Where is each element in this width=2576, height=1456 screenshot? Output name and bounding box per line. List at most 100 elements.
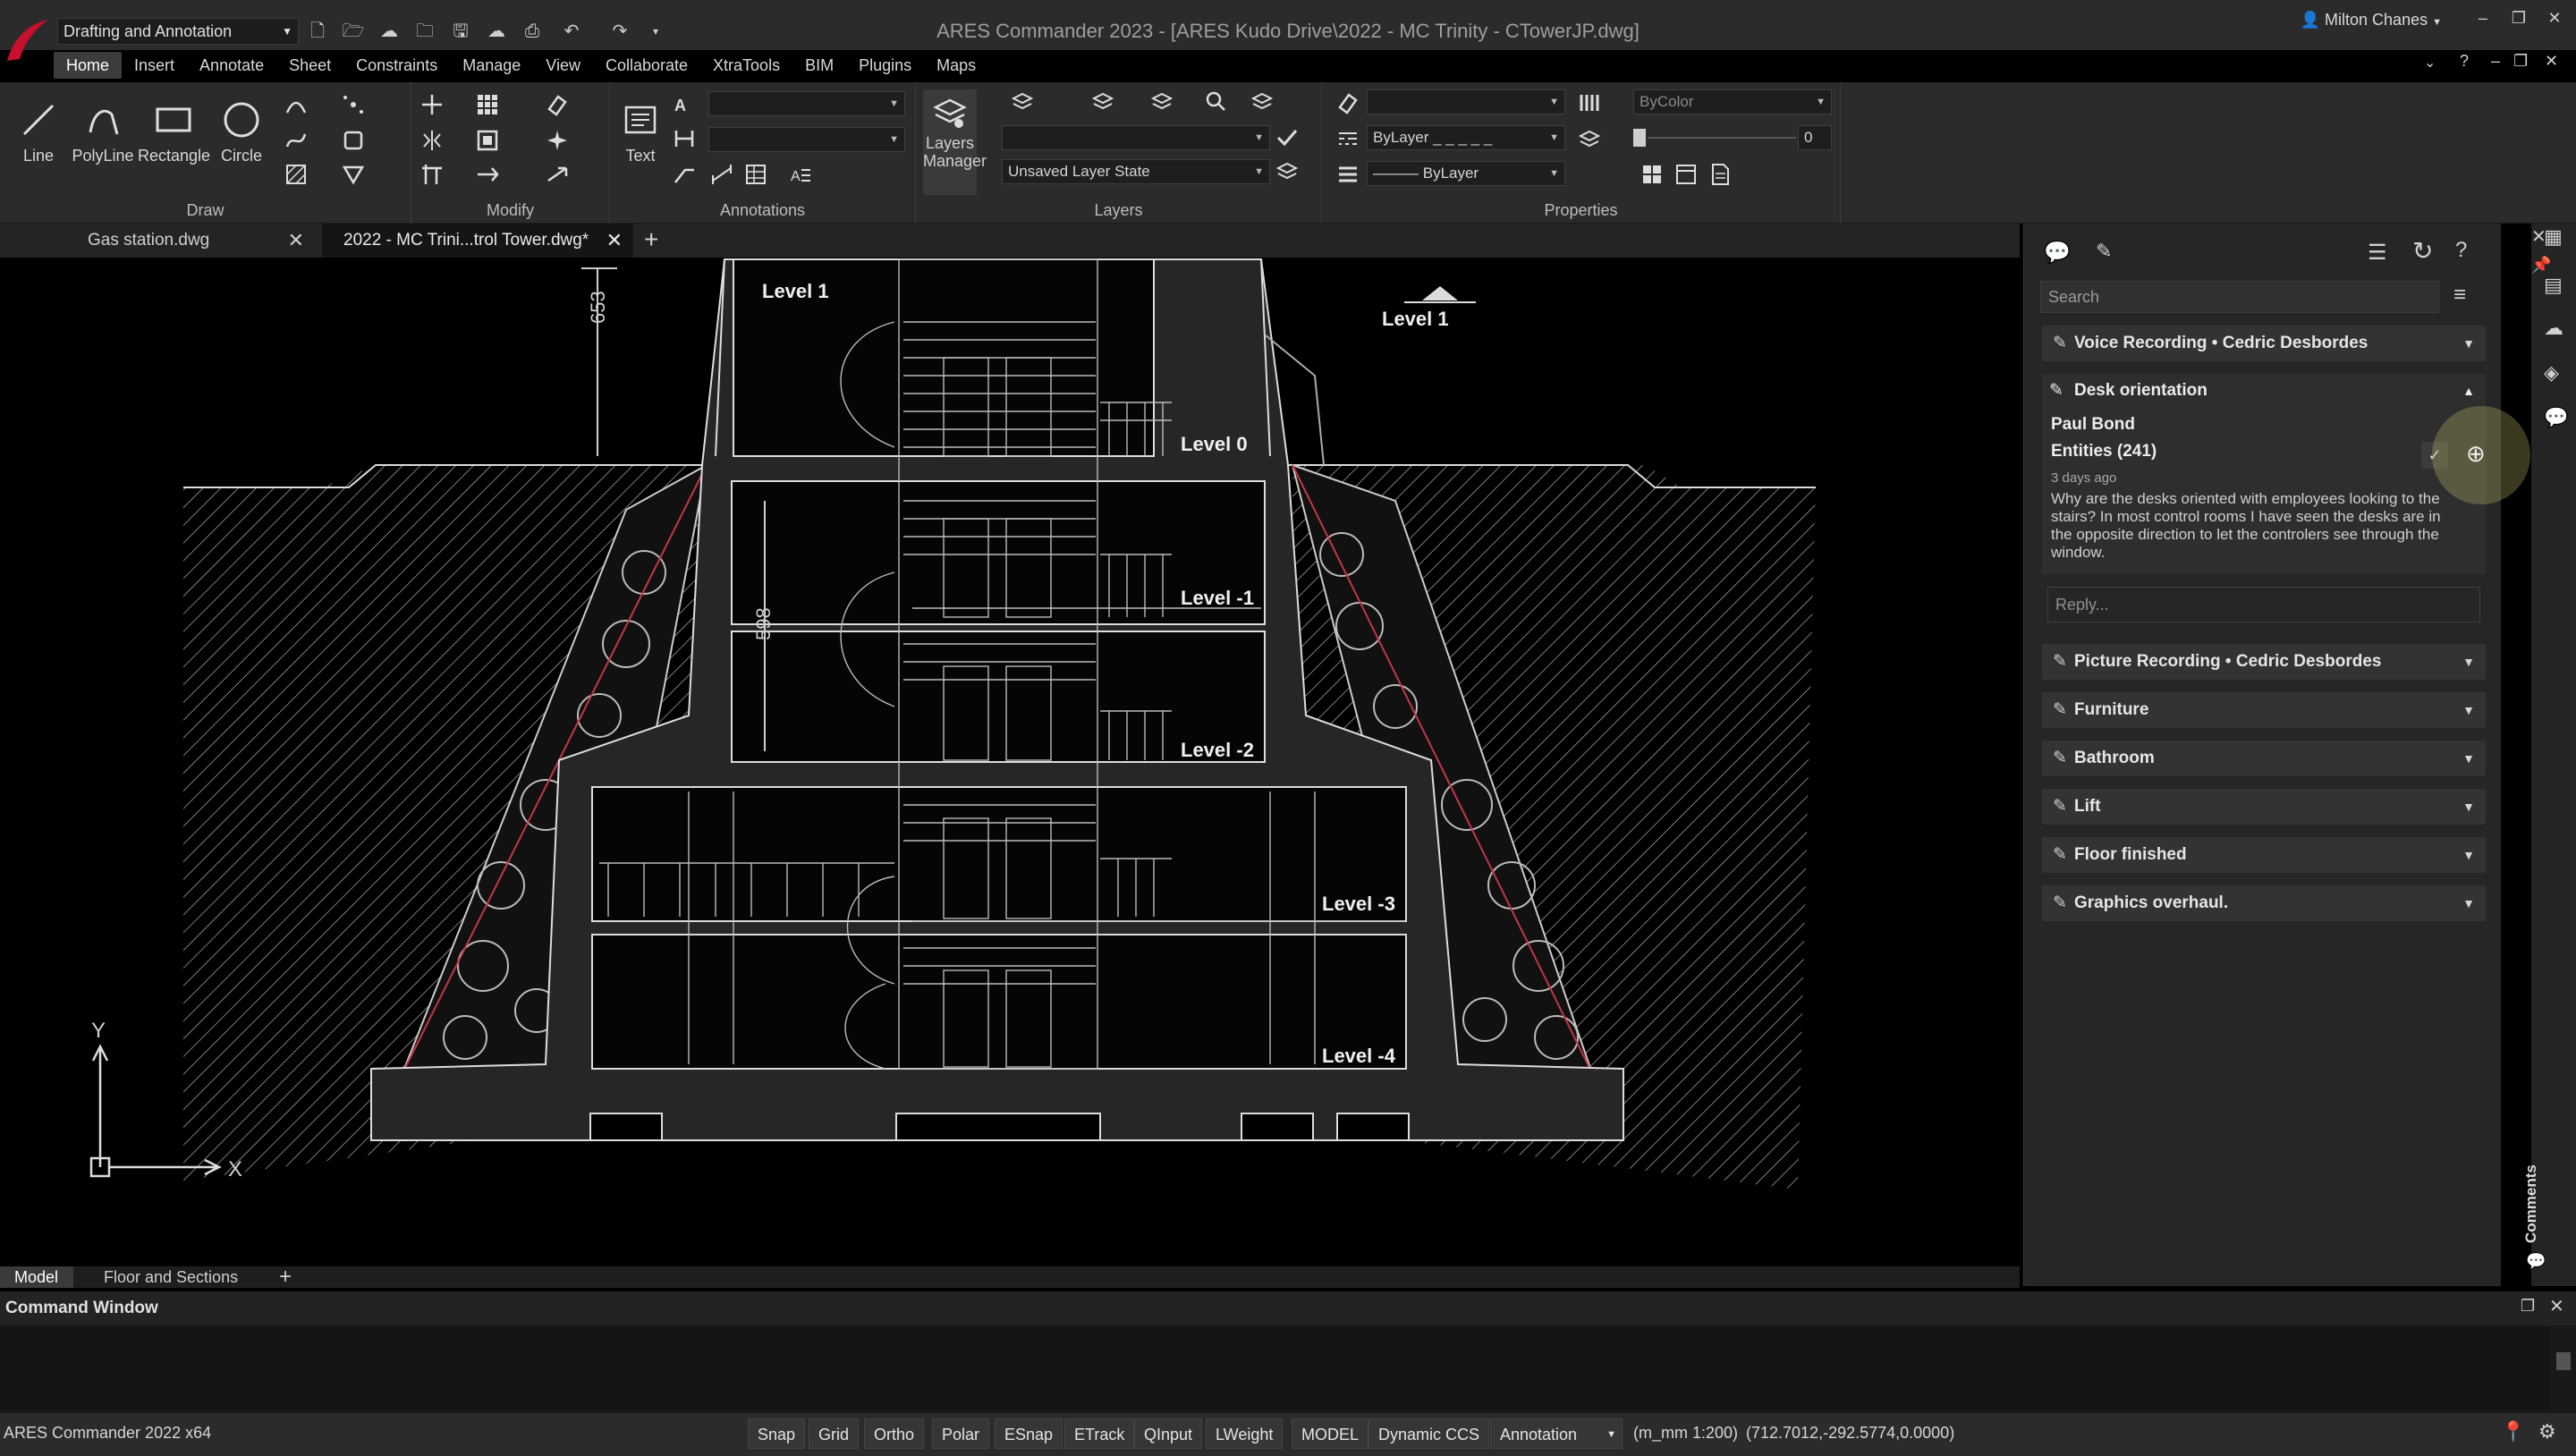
comment-header[interactable]: ✎ Desk orientation ▲ (2042, 374, 2486, 408)
drawing-canvas[interactable]: Level 1 Level 1 Level 0 Level -1 Level -… (0, 258, 2020, 1266)
linetype-icon[interactable] (1336, 127, 1360, 150)
settings-icon[interactable]: ⚙ (2538, 1420, 2556, 1443)
mirror-icon[interactable] (420, 129, 444, 152)
save-cloud-icon[interactable]: ☁ (485, 20, 508, 43)
restore-icon[interactable]: ❐ (2506, 9, 2531, 30)
tab-maps[interactable]: Maps (924, 52, 988, 79)
doc-minimize-icon[interactable]: – (2491, 52, 2500, 71)
doc-tab-control-tower[interactable]: 2022 - MC Trini...trol Tower.dwg* ✕ (322, 224, 633, 258)
list-properties-icon[interactable] (1578, 127, 1601, 150)
transparency-slider[interactable]: 0 (1633, 125, 1832, 150)
text-tool[interactable]: Text (614, 93, 667, 165)
comment-section-graphics-overhaul[interactable]: ✎ Graphics overhaul. ▼ (2042, 885, 2486, 921)
multileader-icon[interactable]: A (789, 163, 812, 186)
doc-close-icon[interactable]: ✕ (2545, 52, 2558, 71)
layer-state-icon[interactable] (1275, 159, 1299, 182)
toggle-qinput[interactable]: QInput (1134, 1418, 1203, 1449)
toggle-ortho[interactable]: Ortho (864, 1418, 925, 1449)
tab-constraints[interactable]: Constraints (343, 52, 450, 79)
trim-icon[interactable] (420, 163, 444, 186)
scale-icon[interactable] (476, 129, 499, 152)
lineweight-select[interactable]: ——— ByLayer ▼ (1367, 161, 1565, 186)
scrollbar-thumb[interactable] (2556, 1352, 2571, 1370)
tab-sheet[interactable]: Sheet (276, 52, 343, 79)
tab-plugins[interactable]: Plugins (846, 52, 924, 79)
toggle-lweight[interactable]: LWeight (1206, 1418, 1284, 1449)
comment-section-picture-recording[interactable]: ✎ Picture Recording • Cedric Desbordes ▼ (2042, 644, 2486, 680)
stretch-icon[interactable] (546, 163, 569, 186)
comments-tab-icon[interactable]: 💬 (2526, 1252, 2546, 1271)
undo-icon[interactable]: ↶ (560, 20, 583, 43)
comment-section-lift[interactable]: ✎ Lift ▼ (2042, 789, 2486, 825)
explode-icon[interactable] (546, 129, 569, 152)
tab-bim[interactable]: BIM (792, 52, 846, 79)
comments-search-input[interactable]: Search (2040, 281, 2439, 313)
arc-icon[interactable] (284, 93, 308, 116)
lineweight-icon[interactable] (1336, 163, 1360, 186)
chevron-up-icon[interactable]: ▲ (2462, 374, 2475, 408)
doc-restore-icon[interactable]: ❐ (2513, 52, 2528, 71)
properties-palette-icon[interactable] (1674, 163, 1698, 186)
text-style-icon[interactable]: A (673, 93, 696, 116)
save-icon[interactable]: 🖫 (449, 20, 472, 43)
dim-style-select[interactable]: ▼ (708, 127, 905, 152)
comment-entities[interactable]: Entities (241) (2051, 442, 2157, 461)
layer-search-icon[interactable] (1204, 89, 1227, 113)
user-account[interactable]: 👤 Milton Chanes ▼ (2301, 11, 2442, 30)
pin-icon[interactable]: 📌 (2531, 256, 2551, 275)
add-layout-icon[interactable]: + (279, 1265, 292, 1290)
toggle-polar[interactable]: Polar (932, 1418, 990, 1449)
redo-icon[interactable]: ↷ (608, 20, 631, 43)
leader-icon[interactable] (673, 163, 696, 186)
toggle-grid[interactable]: Grid (809, 1418, 860, 1449)
command-history[interactable] (0, 1327, 2549, 1409)
ribbon-collapse-icon[interactable]: ⌄ (2424, 54, 2436, 72)
close-icon[interactable]: ✕ (606, 224, 623, 258)
reply-input[interactable]: Reply... (2047, 587, 2480, 622)
open-folder-icon[interactable]: 🗀 (413, 20, 436, 43)
dim-style-icon[interactable] (673, 127, 696, 150)
palette-library-icon[interactable]: ▤ (2544, 274, 2563, 297)
make-current-icon[interactable] (1275, 125, 1299, 148)
toggle-etrack[interactable]: ETrack (1064, 1418, 1135, 1449)
command-scrollbar[interactable] (2555, 1331, 2572, 1409)
linetype-select[interactable]: ByLayer _ _ _ _ _ ▼ (1367, 125, 1565, 150)
layout-tab-floor-sections[interactable]: Floor and Sections (89, 1266, 259, 1288)
toggle-snap[interactable]: Snap (748, 1418, 806, 1449)
dimension-icon[interactable] (710, 163, 733, 186)
toggle-model[interactable]: MODEL (1292, 1418, 1369, 1449)
doc-tab-gas-station[interactable]: Gas station.dwg ✕ (0, 224, 315, 258)
command-restore-icon[interactable]: ❐ (2521, 1297, 2535, 1316)
line-tool[interactable]: Line (3, 93, 74, 165)
location-icon[interactable]: 📍 (2501, 1420, 2525, 1443)
new-file-icon[interactable]: 🗋 (306, 20, 329, 43)
layers-manager-button[interactable]: Layers Manager (923, 89, 987, 195)
comment-section-furniture[interactable]: ✎ Furniture ▼ (2042, 692, 2486, 728)
text-style-select[interactable]: ▼ (708, 91, 905, 116)
transparency-value[interactable]: 0 (1798, 125, 1832, 150)
plotstyle-select[interactable]: ByColor ▼ (1633, 89, 1832, 114)
tab-xtratools[interactable]: XtraTools (700, 52, 792, 79)
layer-state-select[interactable]: Unsaved Layer State ▼ (1002, 159, 1270, 184)
layout-tab-model[interactable]: Model (0, 1266, 73, 1288)
layer-select[interactable]: ▼ (1002, 125, 1270, 150)
quick-select-icon[interactable] (1640, 163, 1664, 186)
transparency-icon[interactable] (1578, 91, 1601, 114)
comment-section-voice-recording[interactable]: ✎ Voice Recording • Cedric Desbordes ▼ (2042, 326, 2486, 361)
layer-lock-icon[interactable] (1250, 89, 1274, 113)
comment-section-floor-finished[interactable]: ✎ Floor finished ▼ (2042, 837, 2486, 873)
point-icon[interactable] (342, 93, 365, 116)
layer-previous-icon[interactable] (1011, 89, 1034, 113)
move-icon[interactable] (420, 93, 444, 116)
rectangle-tool[interactable]: Rectangle (138, 93, 210, 165)
open-file-icon[interactable]: 🗁 (342, 20, 365, 43)
tab-annotate[interactable]: Annotate (187, 52, 276, 79)
command-close-icon[interactable]: ✕ (2549, 1295, 2564, 1317)
comment-icon[interactable]: 💬 (2044, 240, 2071, 266)
new-markup-icon[interactable]: ✎ (2096, 240, 2112, 263)
color-select[interactable]: ▼ (1367, 89, 1565, 114)
layer-isolate-icon[interactable] (1091, 89, 1114, 113)
comment-section-bathroom[interactable]: ✎ Bathroom ▼ (2042, 741, 2486, 776)
polyline-tool[interactable]: PolyLine (67, 93, 139, 165)
tab-manage[interactable]: Manage (450, 52, 533, 79)
